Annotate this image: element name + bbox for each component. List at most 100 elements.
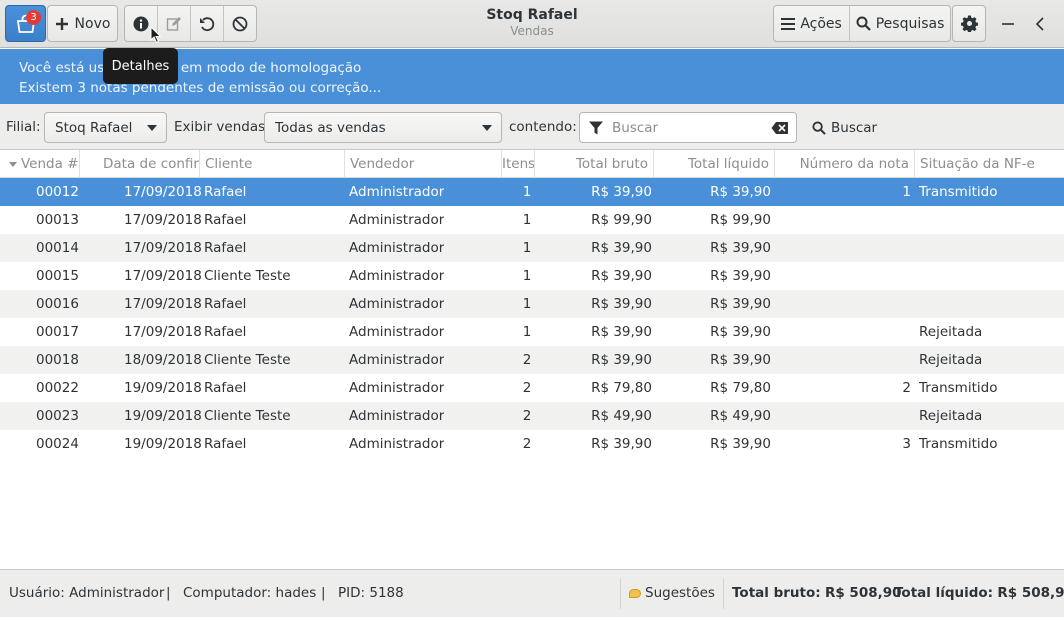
net-total-cell: R$ 99,90 [710,212,771,228]
table-row[interactable]: 00013 17/09/2018 Rafael Administrador 1 … [0,206,1064,234]
column-header-nfe-status[interactable]: Situação da NF-e [915,150,1064,178]
date-cell: 17/09/2018 [124,184,202,200]
date-cell: 17/09/2018 [124,212,202,228]
undo-button[interactable] [191,6,224,41]
settings-button[interactable] [952,5,986,42]
seller-cell: Administrador [349,436,445,452]
containing-label: contendo: [509,119,577,135]
client-cell: Rafael [204,436,247,452]
table-row[interactable]: 00012 17/09/2018 Rafael Administrador 1 … [0,178,1064,206]
table-row[interactable]: 00015 17/09/2018 Cliente Teste Administr… [0,262,1064,290]
sale-number-cell: 00015 [36,268,79,284]
filter-icon [589,121,603,134]
nfe-status-cell: Rejeitada [919,324,983,340]
table-row[interactable]: 00017 17/09/2018 Rafael Administrador 1 … [0,318,1064,346]
hamburger-icon [781,17,796,30]
column-header-sale-number[interactable]: Venda # [0,150,80,178]
client-cell: Cliente Teste [204,352,291,368]
status-computer: Computador: hades [183,585,317,601]
actions-button[interactable]: Ações [774,6,851,41]
sales-table-header: Venda # Data de confir Cliente Vendedor … [0,150,1064,178]
client-cell: Rafael [204,296,247,312]
net-total-cell: R$ 79,80 [710,380,771,396]
details-tooltip: Detalhes [103,48,178,84]
items-cell: 1 [522,296,532,312]
sale-number-cell: 00022 [36,380,79,396]
info-icon [133,16,149,31]
table-row[interactable]: 00014 17/09/2018 Rafael Administrador 1 … [0,234,1064,262]
net-total-cell: R$ 39,90 [710,268,771,284]
gross-total-cell: R$ 39,90 [591,352,652,368]
branch-label: Filial: [6,119,41,135]
status-net-label: Total líquido: [894,585,994,601]
column-header-seller[interactable]: Vendedor [345,150,502,178]
app-title: Stoq Rafael [486,7,578,23]
status-gross-total: Total bruto: R$ 508,90 [732,585,902,601]
table-row[interactable]: 00024 19/09/2018 Rafael Administrador 2 … [0,430,1064,458]
status-separator: | [166,585,171,601]
sale-number-cell: 00017 [36,324,79,340]
invoice-number-cell: 1 [902,184,911,200]
invoice-number-cell [860,318,911,346]
speech-bubble-icon [629,588,641,598]
sale-number-cell: 00018 [36,352,79,368]
invoice-number-cell: 3 [902,436,911,452]
column-header-gross-total[interactable]: Total bruto [535,150,654,178]
search-button[interactable]: Buscar [806,112,883,143]
column-header-items[interactable]: Itens [502,150,535,178]
nfe-status-cell: Transmitido [919,184,998,200]
show-sales-select-value: Todas as vendas [275,119,386,136]
gross-total-cell: R$ 39,90 [591,296,652,312]
column-header-net-total[interactable]: Total líquido [654,150,775,178]
seller-cell: Administrador [349,324,445,340]
clear-search-icon[interactable] [771,121,789,135]
suggestions-button[interactable]: Sugestões [620,578,724,609]
back-button[interactable] [1028,12,1052,36]
status-bar: Usuário: Administrador | Computador: had… [0,569,1064,617]
items-cell: 2 [522,408,532,424]
plus-icon [55,17,68,30]
new-button-label: Novo [74,15,111,32]
status-gross-label: Total bruto: [732,585,821,601]
sale-number-cell: 00013 [36,212,79,228]
mouse-cursor-icon [150,26,162,44]
searches-button[interactable]: Pesquisas [850,6,950,41]
seller-cell: Administrador [349,212,445,228]
client-cell: Rafael [204,240,247,256]
column-header-client[interactable]: Cliente [200,150,345,178]
column-header-invoice-number[interactable]: Número da nota [775,150,915,178]
show-sales-select[interactable]: Todas as vendas [264,112,502,143]
status-pid: PID: 5188 [338,585,404,601]
items-cell: 2 [522,380,532,396]
seller-cell: Administrador [349,240,445,256]
stoq-launcher-button[interactable]: 3 [5,5,46,42]
chevron-left-icon [1035,17,1044,31]
nfe-status-cell: Rejeitada [919,352,983,368]
invoice-number-cell [860,290,911,318]
sale-number-cell: 00023 [36,408,79,424]
app-subtitle: Vendas [510,24,554,38]
show-sales-label: Exibir vendas [174,119,266,135]
new-button[interactable]: Novo [47,5,118,42]
search-field[interactable] [579,112,797,143]
column-header-confirm-date[interactable]: Data de confir [80,150,200,178]
filter-bar: Filial: Stoq Rafael Exibir vendas Todas … [0,104,1064,150]
net-total-cell: R$ 39,90 [710,324,771,340]
search-input[interactable] [612,119,762,136]
sales-table-body: 00012 17/09/2018 Rafael Administrador 1 … [0,178,1064,569]
edit-button[interactable] [158,6,191,41]
date-cell: 19/09/2018 [124,380,202,396]
cancel-button[interactable] [224,6,256,41]
gross-total-cell: R$ 39,90 [591,436,652,452]
table-row[interactable]: 00018 18/09/2018 Cliente Teste Administr… [0,346,1064,374]
net-total-cell: R$ 39,90 [710,240,771,256]
branch-select[interactable]: Stoq Rafael [44,112,167,143]
minimize-button[interactable] [996,12,1020,36]
table-row[interactable]: 00022 19/09/2018 Rafael Administrador 2 … [0,374,1064,402]
client-cell: Rafael [204,212,247,228]
table-row[interactable]: 00016 17/09/2018 Rafael Administrador 1 … [0,290,1064,318]
table-row[interactable]: 00023 19/09/2018 Cliente Teste Administr… [0,402,1064,430]
date-cell: 19/09/2018 [124,408,202,424]
sale-number-cell: 00016 [36,296,79,312]
client-cell: Rafael [204,184,247,200]
